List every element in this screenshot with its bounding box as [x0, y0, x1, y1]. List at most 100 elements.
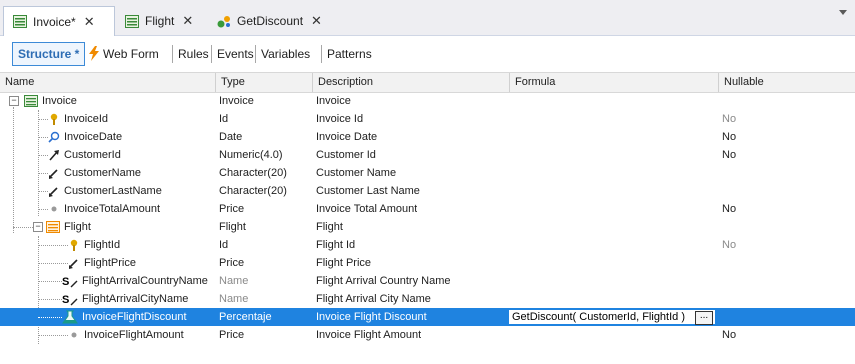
table-row[interactable]: CustomerId Numeric(4.0) Customer Id No: [0, 146, 855, 164]
row-description: Invoice Flight Amount: [316, 329, 422, 341]
attribute-dot-icon: [48, 203, 60, 215]
transaction-icon: [13, 15, 27, 28]
close-icon[interactable]: ✕: [311, 13, 322, 29]
table-row-selected[interactable]: InvoiceFlightDiscount Percentaje Invoice…: [0, 308, 855, 326]
tree-line: [38, 317, 62, 318]
row-name: CustomerId: [64, 149, 121, 161]
row-description: Invoice Id: [316, 113, 364, 125]
row-type: Date: [219, 131, 243, 143]
row-type: Numeric(4.0): [219, 149, 283, 161]
tab-invoice-label: Invoice: [33, 14, 72, 29]
tree-line: [38, 119, 48, 120]
tree-line: [38, 173, 48, 174]
tree-line: [38, 209, 48, 210]
row-nullable: No: [722, 149, 737, 161]
column-header-nullable[interactable]: Nullable: [718, 73, 855, 92]
subtype-attribute-icon: S: [62, 275, 80, 288]
row-type: Character(20): [219, 185, 287, 197]
table-row[interactable]: CustomerName Character(20) Customer Name: [0, 164, 855, 182]
table-row[interactable]: FlightPrice Price Flight Price: [0, 254, 855, 272]
subtab-patterns[interactable]: Patterns: [327, 43, 372, 65]
subtype-attribute-icon: S: [62, 293, 80, 306]
collapse-icon[interactable]: −: [33, 222, 43, 232]
formula-flask-icon: [62, 310, 78, 324]
svg-text:S: S: [62, 276, 69, 288]
column-header-type[interactable]: Type: [215, 73, 312, 92]
row-description: Customer Name: [316, 167, 397, 179]
formula-input[interactable]: GetDiscount( CustomerId, FlightId ) ...: [508, 309, 716, 325]
lightning-icon: [89, 46, 99, 64]
tab-getdiscount-label: GetDiscount: [237, 14, 304, 28]
table-row[interactable]: − Flight Flight Flight: [0, 218, 855, 236]
subtab-web-form[interactable]: Web Form: [103, 43, 159, 65]
row-nullable: No: [722, 203, 737, 215]
formula-editor-button[interactable]: ...: [695, 311, 713, 325]
tab-flight-label: Flight: [145, 14, 175, 28]
transaction-icon: [125, 14, 139, 28]
row-name: FlightId: [84, 239, 121, 251]
row-description: Flight Id: [316, 239, 356, 251]
column-header-formula[interactable]: Formula: [509, 73, 718, 92]
column-header-name[interactable]: Name: [0, 73, 215, 92]
tab-getdiscount[interactable]: GetDiscount ✕: [208, 8, 333, 34]
tree-line: [38, 137, 48, 138]
table-row[interactable]: InvoiceDate Date Invoice Date No: [0, 128, 855, 146]
subtab-variables[interactable]: Variables: [261, 43, 310, 65]
tab-invoice[interactable]: Invoice * ✕: [3, 6, 115, 36]
table-row[interactable]: InvoiceTotalAmount Price Invoice Total A…: [0, 200, 855, 218]
row-nullable: No: [722, 131, 737, 143]
table-row[interactable]: InvoiceFlightAmount Price Invoice Flight…: [0, 326, 855, 344]
tree-line: [13, 227, 33, 228]
row-type: Percentaje: [219, 311, 272, 323]
tab-flight[interactable]: Flight ✕: [116, 8, 206, 34]
tree-line: [38, 299, 62, 300]
inferred-attribute-icon: [48, 167, 60, 179]
table-row[interactable]: FlightId Id Flight Id No: [0, 236, 855, 254]
table-row[interactable]: S FlightArrivalCityName Name Flight Arri…: [0, 290, 855, 308]
column-header-description[interactable]: Description: [312, 73, 509, 92]
row-type: Id: [219, 239, 229, 251]
row-type: Name: [219, 293, 249, 305]
row-type: Price: [219, 203, 245, 215]
row-description: Invoice Total Amount: [316, 203, 418, 215]
search-key-icon: [48, 131, 60, 143]
row-nullable: No: [722, 239, 737, 251]
attribute-dot-icon: [68, 329, 80, 341]
collapse-icon[interactable]: −: [9, 96, 19, 106]
table-row[interactable]: S FlightArrivalCountryName Name Flight A…: [0, 272, 855, 290]
row-name: Invoice: [42, 95, 77, 107]
tree-line: [38, 281, 62, 282]
table-row[interactable]: CustomerLastName Character(20) Customer …: [0, 182, 855, 200]
row-type: Price: [219, 329, 245, 341]
separator: [211, 45, 212, 63]
close-icon[interactable]: ✕: [182, 13, 193, 29]
table-row[interactable]: − Invoice Invoice Invoice: [0, 92, 855, 110]
row-name: InvoiceTotalAmount: [64, 203, 160, 215]
inferred-attribute-icon: [68, 257, 80, 269]
row-name: FlightArrivalCityName: [82, 293, 189, 305]
subtab-structure[interactable]: Structure *: [12, 42, 86, 66]
row-name: FlightArrivalCountryName: [82, 275, 208, 287]
tab-overflow-dropdown-icon[interactable]: [839, 10, 847, 15]
row-name: InvoiceId: [64, 113, 109, 125]
tree-line: [38, 335, 68, 336]
row-description: Invoice Date: [316, 131, 378, 143]
document-tab-bar: Invoice * ✕ Flight ✕ GetDiscount ✕: [0, 0, 855, 36]
table-row[interactable]: InvoiceId Id Invoice Id No: [0, 110, 855, 128]
row-description: Flight: [316, 221, 343, 233]
row-name: InvoiceFlightAmount: [84, 329, 184, 341]
row-name: CustomerLastName: [64, 185, 162, 197]
close-icon[interactable]: ✕: [84, 14, 95, 30]
row-description: Flight Arrival Country Name: [316, 275, 451, 287]
subtab-events[interactable]: Events: [217, 43, 254, 65]
subtab-rules[interactable]: Rules: [178, 43, 209, 65]
key-icon: [68, 239, 80, 251]
row-type: Name: [219, 275, 249, 287]
row-nullable: No: [722, 329, 737, 341]
row-type: Price: [219, 257, 245, 269]
tab-modified-marker: *: [71, 14, 76, 29]
row-description: Invoice Flight Discount: [316, 311, 427, 323]
procedure-icon: [217, 15, 231, 28]
row-description: Invoice: [316, 95, 351, 107]
row-name: InvoiceFlightDiscount: [82, 311, 187, 323]
